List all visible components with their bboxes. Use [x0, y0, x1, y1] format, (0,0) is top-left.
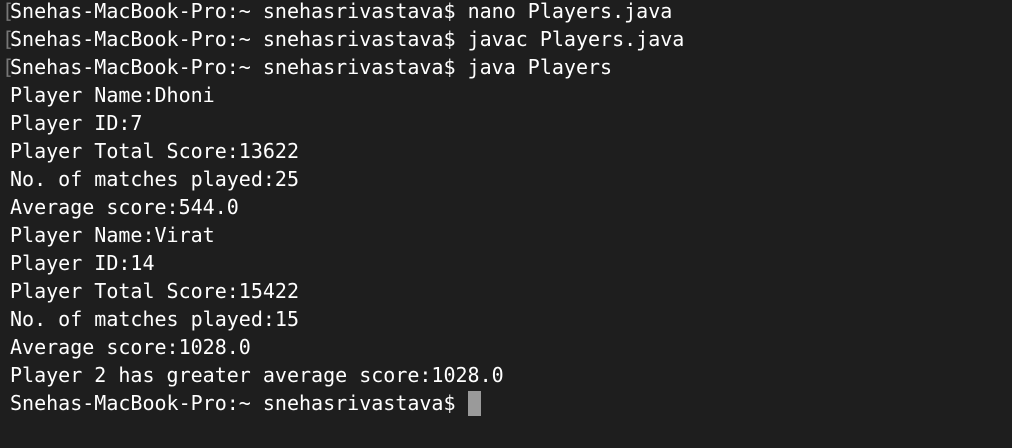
output-line: Average score:544.0	[10, 193, 1012, 221]
scrollback-marker: [	[2, 0, 15, 23]
output-text: Average score:544.0	[10, 195, 239, 219]
active-prompt-line[interactable]: Snehas-MacBook-Pro:~ snehasrivastava$	[10, 389, 1012, 417]
command-text: javac Players.java	[467, 27, 685, 51]
output-line: Player Total Score:13622	[10, 137, 1012, 165]
command-line-2: [ Snehas-MacBook-Pro:~ snehasrivastava$ …	[2, 25, 1012, 53]
shell-prompt: Snehas-MacBook-Pro:~ snehasrivastava$	[10, 0, 456, 23]
output-line: Player ID:14	[10, 249, 1012, 277]
output-text: Player ID:14	[10, 251, 155, 275]
output-line: Player Name:Virat	[10, 221, 1012, 249]
output-line: Player ID:7	[10, 109, 1012, 137]
shell-prompt: Snehas-MacBook-Pro:~ snehasrivastava$	[10, 27, 456, 51]
shell-prompt: Snehas-MacBook-Pro:~ snehasrivastava$	[10, 391, 456, 415]
command-text: java Players	[467, 55, 613, 79]
output-line: No. of matches played:15	[10, 305, 1012, 333]
output-text: Player Total Score:15422	[10, 279, 299, 303]
output-line: Player 2 has greater average score:1028.…	[10, 361, 1012, 389]
output-text: Average score:1028.0	[10, 335, 251, 359]
output-text: Player Name:Dhoni	[10, 83, 215, 107]
terminal-window[interactable]: [ Snehas-MacBook-Pro:~ snehasrivastava$ …	[0, 0, 1012, 448]
command-line-3: [ Snehas-MacBook-Pro:~ snehasrivastava$ …	[2, 53, 1012, 81]
scrollback-marker: [	[2, 55, 15, 79]
output-line: Player Name:Dhoni	[10, 81, 1012, 109]
output-text: No. of matches played:25	[10, 167, 299, 191]
scrollback-marker: [	[2, 27, 15, 51]
output-text: Player Total Score:13622	[10, 139, 299, 163]
text-cursor[interactable]	[467, 390, 481, 416]
output-text: No. of matches played:15	[10, 307, 299, 331]
output-line: No. of matches played:25	[10, 165, 1012, 193]
shell-prompt: Snehas-MacBook-Pro:~ snehasrivastava$	[10, 55, 456, 79]
command-text: nano Players.java	[467, 0, 673, 23]
output-line: Player Total Score:15422	[10, 277, 1012, 305]
output-text: Player Name:Virat	[10, 223, 215, 247]
output-line: Average score:1028.0	[10, 333, 1012, 361]
command-line-1: [ Snehas-MacBook-Pro:~ snehasrivastava$ …	[2, 0, 1012, 25]
output-text: Player 2 has greater average score:1028.…	[10, 363, 504, 387]
output-text: Player ID:7	[10, 111, 143, 135]
